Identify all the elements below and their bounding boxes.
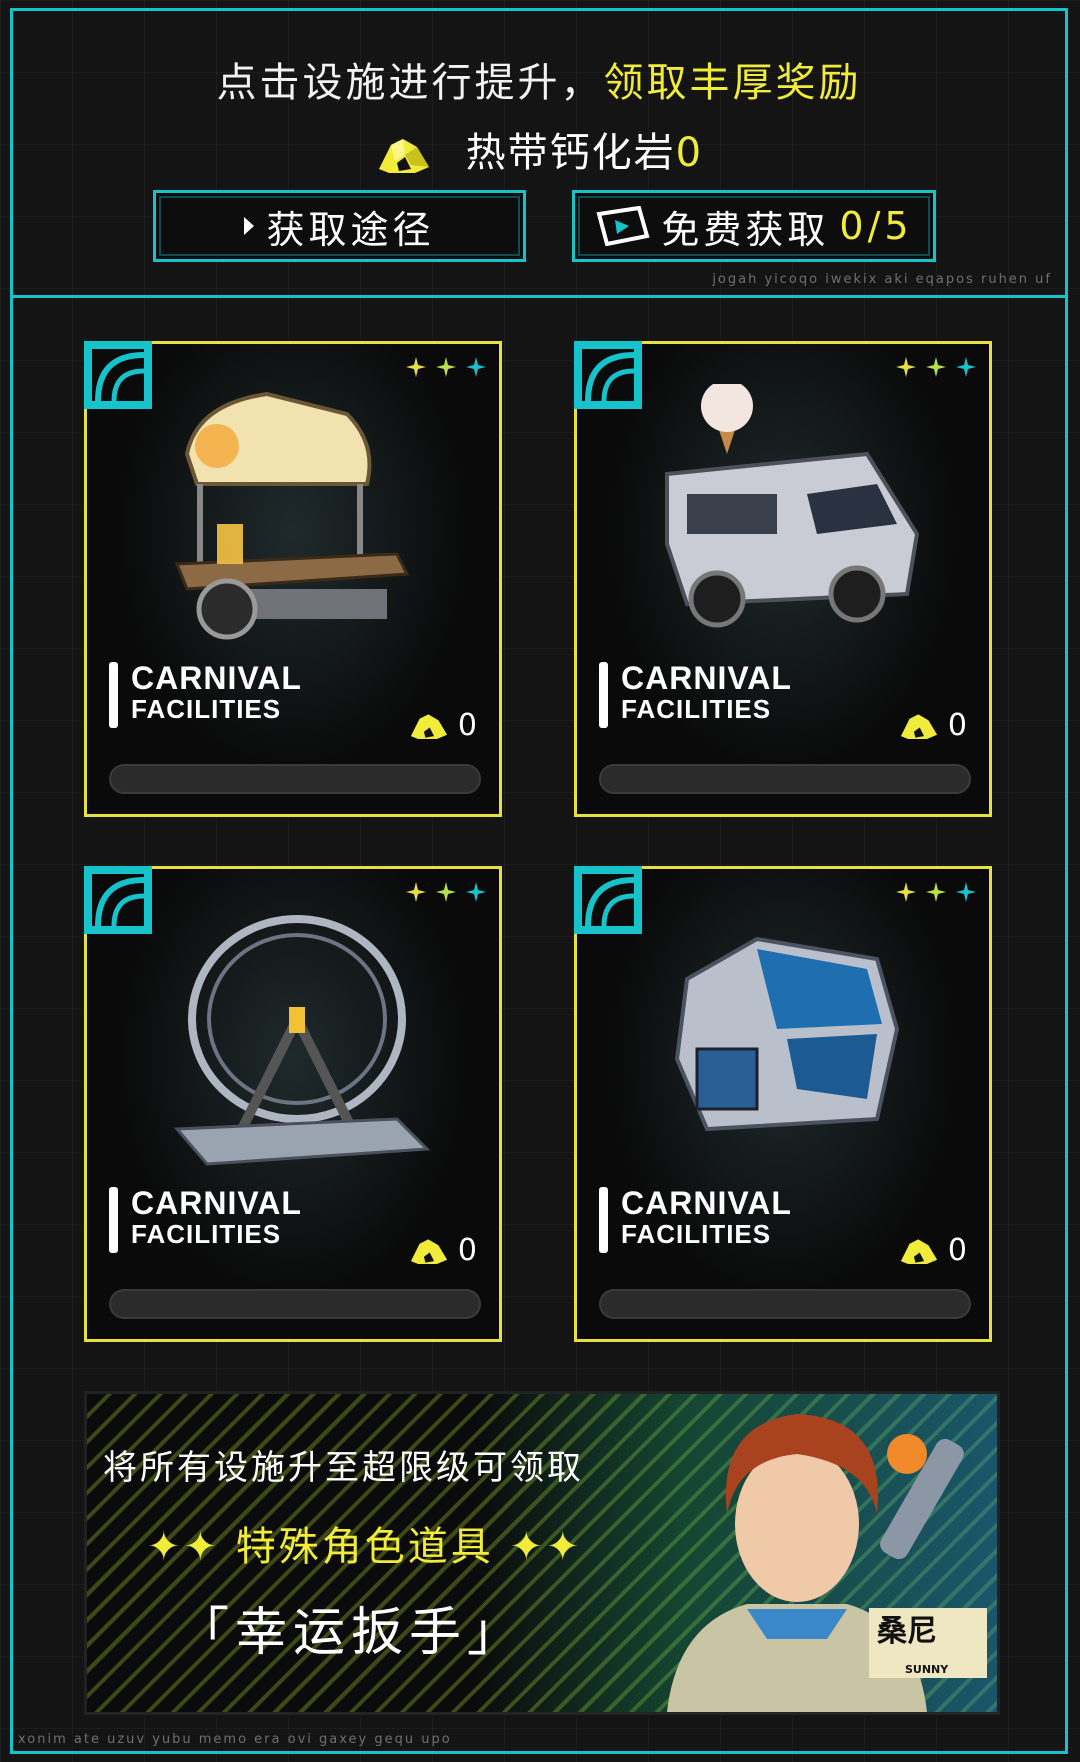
lemonade-cart-icon xyxy=(174,391,410,640)
facility-progress-bar xyxy=(109,1289,481,1319)
obtain-route-button[interactable]: 获取途径 xyxy=(153,190,526,262)
facility-subtitle: FACILITIES xyxy=(621,694,772,724)
facility-cost-value: 0 xyxy=(457,708,477,743)
upgrade-hint: 点击设施进行提升，领取丰厚奖励 xyxy=(10,50,1068,108)
calcified-rock-icon xyxy=(410,713,448,739)
free-obtain-button[interactable]: 免费获取 0/5 xyxy=(572,190,936,262)
ticket-icon xyxy=(596,206,650,246)
title-accent-bar xyxy=(599,662,608,728)
rarity-stars-icon xyxy=(406,357,486,377)
facility-cost-value: 0 xyxy=(947,1233,967,1268)
decorative-tiny-text: jogah yicoqo iwekix aki eqapos ruhen uf xyxy=(712,272,1052,287)
calcified-rock-icon xyxy=(410,1238,448,1264)
facility-subtitle: FACILITIES xyxy=(131,694,282,724)
currency-display: 热带钙化岩0 xyxy=(10,120,1068,178)
facility-cost: 0 xyxy=(898,708,967,743)
facility-progress-bar xyxy=(599,1289,971,1319)
corner-emblem-icon xyxy=(574,341,642,409)
reward-item-name: 「幸运扳手」 xyxy=(177,1603,526,1663)
decorative-tiny-text-bottom: xonim ate uzuv yubu memo era ovi gaxey g… xyxy=(18,1732,452,1747)
reward-category-text: ✦✦ 特殊角色道具 ✦✦ xyxy=(147,1514,583,1572)
facility-cost-value: 0 xyxy=(947,708,967,743)
ice-cream-truck-icon xyxy=(665,384,920,628)
facility-title: CARNIVAL xyxy=(621,1185,792,1221)
corner-emblem-icon xyxy=(574,866,642,934)
header-panel: 点击设施进行提升，领取丰厚奖励 热带钙化岩0 获取途径 免费获取 0/5 jog… xyxy=(10,8,1068,298)
title-accent-bar xyxy=(109,1187,118,1253)
hint-highlight: 领取丰厚奖励 xyxy=(603,60,862,106)
corner-emblem-icon xyxy=(84,866,152,934)
corner-emblem-icon xyxy=(84,341,152,409)
calcified-rock-icon xyxy=(378,139,429,173)
character-nameplate: 桑尼 SUNNY xyxy=(869,1608,987,1678)
title-accent-bar xyxy=(109,662,118,728)
facility-cost-value: 0 xyxy=(457,1233,477,1268)
title-accent-bar xyxy=(599,1187,608,1253)
free-count: 0/5 xyxy=(839,204,913,248)
reward-category-label: 特殊角色道具 xyxy=(235,1524,494,1570)
reward-condition-text: 将所有设施升至超限级可领取 xyxy=(103,1448,584,1488)
facility-subtitle: FACILITIES xyxy=(131,1219,282,1249)
facility-card-ice-cream-truck[interactable]: CARNIVAL FACILITIES 0 xyxy=(574,341,992,817)
facility-card-ferris-wheel[interactable]: CARNIVAL FACILITIES 0 xyxy=(84,866,502,1342)
currency-value: 0 xyxy=(675,130,704,176)
facility-title: CARNIVAL xyxy=(621,660,792,696)
rarity-stars-icon xyxy=(896,357,976,377)
play-arrow-icon xyxy=(244,217,255,235)
calcified-rock-icon xyxy=(900,713,938,739)
ferris-wheel-icon xyxy=(173,915,431,1166)
sparkle-icon: ✦✦ xyxy=(493,1524,583,1570)
sparkle-icon: ✦✦ xyxy=(147,1524,236,1570)
hint-prefix: 点击设施进行提升， xyxy=(216,60,604,106)
facility-cost: 0 xyxy=(408,708,477,743)
currency-name: 热带钙化岩 xyxy=(465,130,676,176)
calcified-rock-icon xyxy=(900,1238,938,1264)
character-name: 桑尼 xyxy=(877,1614,937,1649)
facility-progress-bar xyxy=(109,764,481,794)
facility-title: CARNIVAL xyxy=(131,1185,302,1221)
facility-cost: 0 xyxy=(408,1233,477,1268)
route-button-label: 获取途径 xyxy=(266,207,435,252)
free-button-label: 免费获取 xyxy=(661,207,830,252)
facility-subtitle: FACILITIES xyxy=(621,1219,772,1249)
reward-banner[interactable]: 将所有设施升至超限级可领取 ✦✦ 特殊角色道具 ✦✦ 「幸运扳手」 桑尼 SUN… xyxy=(84,1391,1000,1715)
character-name-en: SUNNY xyxy=(905,1663,949,1676)
aquarium-dome-icon xyxy=(674,936,900,1132)
facility-progress-bar xyxy=(599,764,971,794)
rarity-stars-icon xyxy=(896,882,976,902)
rarity-stars-icon xyxy=(406,882,486,902)
facility-cost: 0 xyxy=(898,1233,967,1268)
facility-title: CARNIVAL xyxy=(131,660,302,696)
facility-card-aquarium-dome[interactable]: CARNIVAL FACILITIES 0 xyxy=(574,866,992,1342)
facility-card-lemonade-cart[interactable]: CARNIVAL FACILITIES 0 xyxy=(84,341,502,817)
